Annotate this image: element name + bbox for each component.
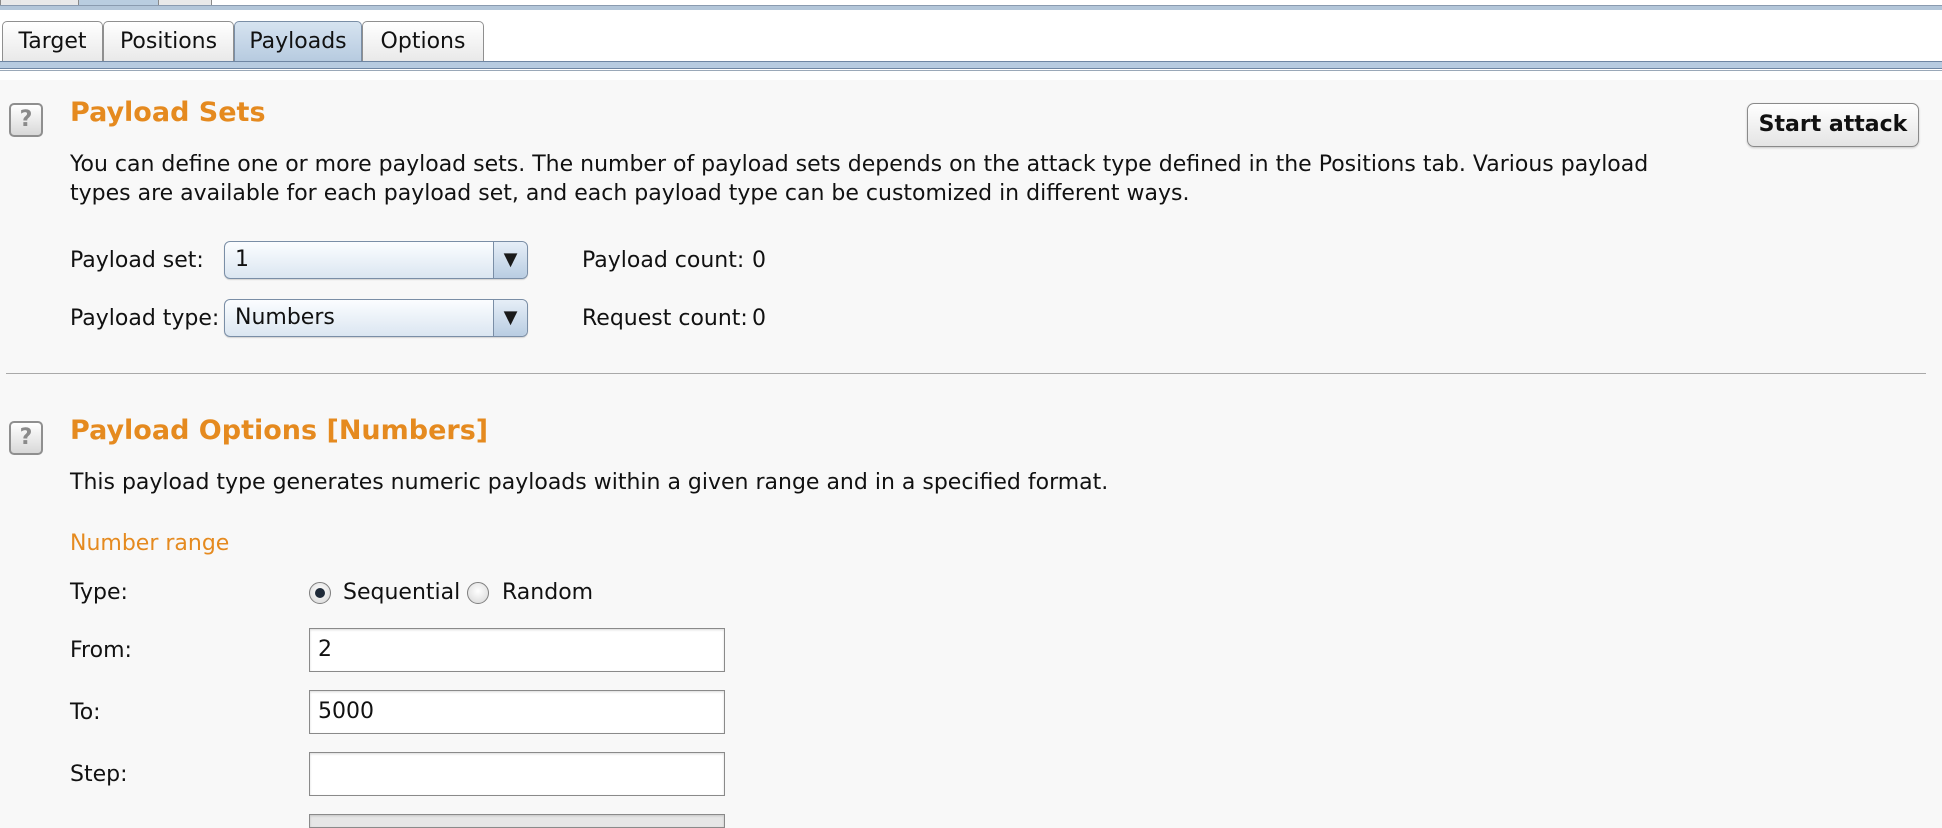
help-icon[interactable]: ? [9,421,43,455]
random-radio-label[interactable]: Random [502,580,593,605]
help-icon[interactable]: ? [9,103,43,137]
payload-set-value: 1 [235,247,249,272]
payload-sets-title: Payload Sets [70,97,266,128]
dropdown-arrow-icon[interactable]: ▼ [493,242,527,278]
payload-sets-description: You can define one or more payload sets.… [70,152,1649,206]
number-range-heading: Number range [70,531,230,556]
start-attack-button[interactable]: Start attack [1747,103,1919,147]
payload-type-dropdown[interactable]: Numbers ▼ [224,299,528,337]
payload-options-description: This payload type generates numeric payl… [70,470,1109,495]
step-field[interactable] [309,752,725,796]
tab-options[interactable]: Options [362,21,484,61]
payload-type-value: Numbers [235,305,335,330]
request-count-label: Request count: [582,306,748,331]
payload-options-title: Payload Options [Numbers] [70,415,489,446]
payload-count-label: Payload count: [582,248,745,273]
tab-bar: Target Positions Payloads Options [0,10,1942,80]
payload-count-value: 0 [752,248,766,273]
random-radio[interactable] [467,582,489,604]
tab-underline-shadow [0,70,1942,71]
payload-type-label: Payload type: [70,306,220,331]
tab-target[interactable]: Target [2,21,103,61]
type-label: Type: [70,580,128,605]
dropdown-arrow-icon[interactable]: ▼ [493,300,527,336]
to-field[interactable]: 5000 [309,690,725,734]
outer-tab-strip [0,0,1942,11]
tab-payloads[interactable]: Payloads [234,21,362,61]
payload-set-dropdown[interactable]: 1 ▼ [224,241,528,279]
section-divider [6,373,1926,374]
from-label: From: [70,638,132,663]
tab-underline [0,61,1942,69]
step-label: Step: [70,762,128,787]
from-field[interactable]: 2 [309,628,725,672]
sequential-radio[interactable] [309,582,331,604]
tab-positions[interactable]: Positions [103,21,234,61]
payload-set-label: Payload set: [70,248,204,273]
to-label: To: [70,700,101,725]
request-count-value: 0 [752,306,766,331]
sequential-radio-label[interactable]: Sequential [343,580,460,605]
next-field-partial[interactable] [309,814,725,828]
